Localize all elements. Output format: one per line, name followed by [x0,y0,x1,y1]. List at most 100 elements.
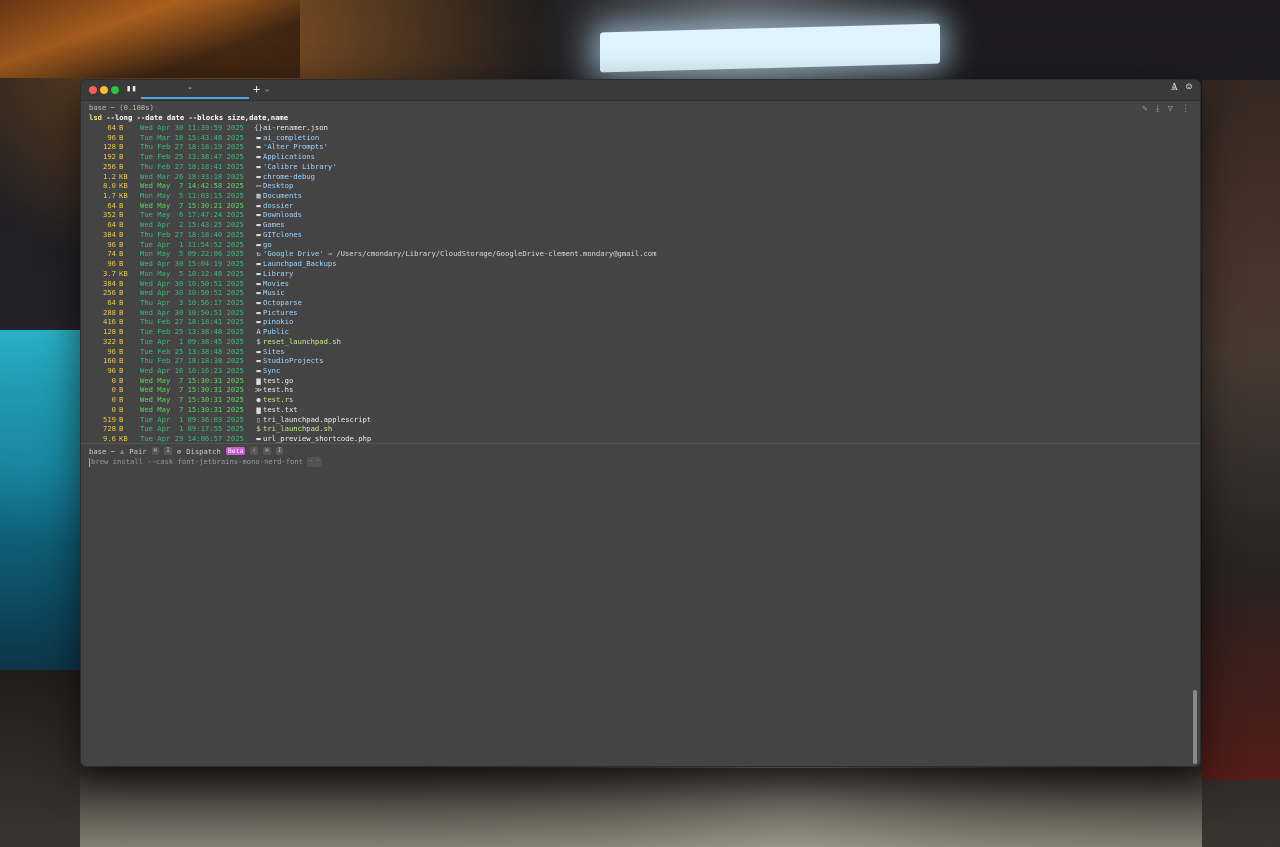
file-type-icon: ↻ [256,249,261,259]
more-icon[interactable]: ⋮ [1181,104,1190,114]
size-unit: B [119,239,124,249]
size-unit: B [119,317,124,327]
output-block: base ~ (0.108s) lsd --long --date date -… [89,102,1180,444]
file-type-icon: ▬ [256,365,261,375]
new-tab-button[interactable]: + [253,82,260,96]
shortcut-chip: ⌘ [263,447,271,455]
file-date: Tue Apr 1 09:17:55 2025 [140,424,244,434]
size-unit: B [119,424,124,434]
file-size: 96 [107,132,116,142]
size-unit: B [119,346,124,356]
file-date: Wed Apr 30 10:50:51 2025 [140,307,244,317]
file-name: Sites [263,346,285,356]
wallpaper-accent [80,768,1202,847]
size-unit: B [119,395,124,405]
file-date: Wed May 7 15:30:21 2025 [140,200,244,210]
tab-active[interactable]: - [187,83,193,94]
dispatch-button[interactable]: Dispatch [186,447,221,456]
file-name: Movies [263,278,289,288]
file-date: Tue Feb 25 13:38:48 2025 [140,346,244,356]
avatar[interactable]: ☺ [1186,82,1192,93]
file-size: 64 [107,123,116,132]
file-size: 160 [103,356,116,366]
file-size: 1.2 [103,171,116,181]
file-size: 64 [107,220,116,230]
file-type-icon: ▬ [256,297,261,307]
size-unit: B [119,278,124,288]
file-name: Public [263,327,289,337]
terminal-window: ▮▮ - + ⌄ Ѧ ☺ ✎ ⤓ ▽ ⋮ base ~ (0.108s) lsd… [80,79,1201,767]
file-size: 519 [103,414,116,424]
chevron-down-icon[interactable]: ⌄ [265,85,269,93]
file-name: Octoparse [263,297,302,307]
file-date: Tue May 6 17:47:24 2025 [140,210,244,220]
wallpaper-accent [600,23,940,73]
file-size: 64 [107,297,116,307]
file-name: dossier [263,200,294,210]
file-date: Thu Feb 27 18:18:40 2025 [140,229,244,239]
file-list: 64 B Wed Apr 30 11:39:59 2025{} ai-renamer.… [89,123,1180,444]
file-date: Mon May 5 10:12:48 2025 [140,268,244,278]
size-unit: KB [119,191,128,201]
file-name: Library [263,268,294,278]
file-size: 256 [103,288,116,298]
file-date: Wed May 7 15:30:31 2025 [140,404,244,414]
list-item: 728 B Tue Apr 1 09:17:55 2025 $ tri_launchpa… [89,424,1180,434]
file-date: Mon May 5 11:03:15 2025 [140,191,244,201]
divider [81,443,1200,444]
file-name: Applications [263,152,315,162]
list-item: 0 B Wed May 7 15:30:31 2025 ▆ test.go [89,376,1180,386]
size-unit: B [119,259,124,269]
file-type-icon: ▯ [256,414,261,424]
scrollbar[interactable] [1193,690,1197,764]
size-unit: B [119,210,124,220]
file-size: 8.0 [103,181,116,191]
command-input[interactable]: brew install --cask font-jetbrains-mono-… [89,457,322,467]
file-name: Games [263,220,285,230]
file-name: ai_completion [263,132,320,142]
size-unit: B [119,307,124,317]
list-item: 74 B Mon May 5 09:22:06 2025 ↻ 'Google Drive… [89,249,1180,259]
input-text: brew install --cask font-jetbrains-mono-… [91,457,304,466]
tab-indicator [141,97,249,99]
list-item: 96 B Tue Feb 25 13:38:48 2025 ▬ Sites [89,347,1180,357]
file-name: reset_launchpad.sh [263,336,341,346]
zoom-button[interactable] [111,86,119,94]
list-item: 160 B Thu Feb 27 18:18:38 2025 ▬ StudioProje… [89,356,1180,366]
file-name: test.txt [263,404,298,414]
close-button[interactable] [89,86,97,94]
file-date: Tue Mar 18 15:43:48 2025 [140,132,244,142]
file-name: 'Alter Prompts' [263,142,328,152]
title-bar: ▮▮ - + ⌄ Ѧ ☺ [81,80,1200,101]
file-size: 3.7 [103,268,116,278]
size-unit: KB [119,268,128,278]
pair-button[interactable]: Pair [129,447,146,456]
ai-icon[interactable]: Ѧ [1171,82,1178,93]
list-item: 352 B Tue May 6 17:47:24 2025 ▬ Downloads [89,210,1180,220]
sidebar-toggle-icon[interactable]: ▮▮ [126,84,137,94]
file-date: Mon May 5 09:22:06 2025 [140,249,244,259]
file-name: StudioProjects [263,356,324,366]
file-type-icon: ▬ [256,142,261,152]
list-item: 0 B Wed May 7 15:30:31 2025 ● test.rs [89,395,1180,405]
file-type-icon: ▬ [256,346,261,356]
size-unit: B [119,385,124,395]
file-name: Desktop [263,181,294,191]
prompt-bar: base ~ ♙ Pair ⌘ I ⊘ Dispatch Beta ⇧ ⌘ I [89,446,284,456]
command-name: lsd [89,113,102,122]
file-size: 96 [107,365,116,375]
size-unit: B [119,297,124,307]
file-type-icon: ▬ [256,171,261,181]
minimize-button[interactable] [100,86,108,94]
file-date: Thu Feb 27 18:18:41 2025 [140,161,244,171]
wallpaper-accent [1202,80,1280,780]
list-item: 256 B Thu Feb 27 18:18:41 2025 ▬ 'Calibre Li… [89,162,1180,172]
command-args: --long --date date --blocks size,date,na… [106,113,289,122]
file-size: 128 [103,327,116,337]
list-item: 128 B Tue Feb 25 13:38:48 2025 A Public [89,327,1180,337]
file-size: 288 [103,307,116,317]
file-date: Wed Apr 30 15:04:19 2025 [140,259,244,269]
file-name: pinokio [263,317,294,327]
size-unit: B [119,365,124,375]
size-unit: B [119,161,124,171]
